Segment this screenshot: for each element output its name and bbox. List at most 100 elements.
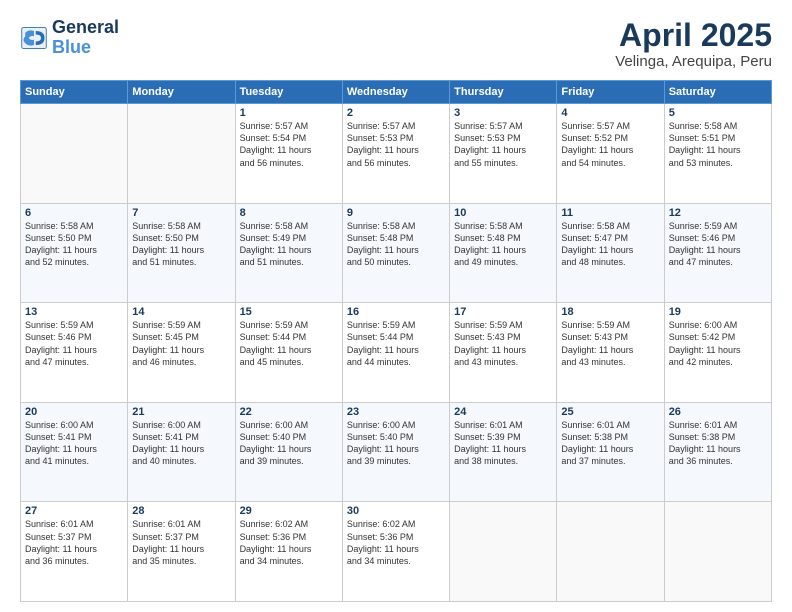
table-row: 29Sunrise: 6:02 AM Sunset: 5:36 PM Dayli… [235,502,342,602]
day-info: Sunrise: 6:01 AM Sunset: 5:37 PM Dayligh… [132,518,230,567]
day-info: Sunrise: 6:00 AM Sunset: 5:42 PM Dayligh… [669,319,767,368]
day-number: 14 [132,306,230,318]
day-info: Sunrise: 5:58 AM Sunset: 5:47 PM Dayligh… [561,220,659,269]
day-info: Sunrise: 5:58 AM Sunset: 5:50 PM Dayligh… [25,220,123,269]
day-number: 25 [561,406,659,418]
header: General Blue April 2025 Velinga, Arequip… [20,18,772,70]
day-number: 30 [347,505,445,517]
table-row: 6Sunrise: 5:58 AM Sunset: 5:50 PM Daylig… [21,203,128,303]
calendar-week-row: 13Sunrise: 5:59 AM Sunset: 5:46 PM Dayli… [21,303,772,403]
day-info: Sunrise: 6:01 AM Sunset: 5:38 PM Dayligh… [561,419,659,468]
header-tuesday: Tuesday [235,81,342,104]
calendar-table: Sunday Monday Tuesday Wednesday Thursday… [20,80,772,602]
day-info: Sunrise: 6:02 AM Sunset: 5:36 PM Dayligh… [347,518,445,567]
page: General Blue April 2025 Velinga, Arequip… [0,0,792,612]
day-number: 18 [561,306,659,318]
day-number: 12 [669,207,767,219]
day-number: 11 [561,207,659,219]
calendar-week-row: 1Sunrise: 5:57 AM Sunset: 5:54 PM Daylig… [21,104,772,204]
table-row: 28Sunrise: 6:01 AM Sunset: 5:37 PM Dayli… [128,502,235,602]
day-info: Sunrise: 5:57 AM Sunset: 5:53 PM Dayligh… [347,120,445,169]
table-row: 1Sunrise: 5:57 AM Sunset: 5:54 PM Daylig… [235,104,342,204]
day-number: 5 [669,107,767,119]
table-row: 16Sunrise: 5:59 AM Sunset: 5:44 PM Dayli… [342,303,449,403]
day-info: Sunrise: 6:01 AM Sunset: 5:38 PM Dayligh… [669,419,767,468]
header-thursday: Thursday [450,81,557,104]
header-wednesday: Wednesday [342,81,449,104]
title-block: April 2025 Velinga, Arequipa, Peru [615,18,772,70]
calendar-header-row: Sunday Monday Tuesday Wednesday Thursday… [21,81,772,104]
day-number: 1 [240,107,338,119]
day-number: 8 [240,207,338,219]
day-info: Sunrise: 5:59 AM Sunset: 5:43 PM Dayligh… [561,319,659,368]
header-friday: Friday [557,81,664,104]
day-info: Sunrise: 5:59 AM Sunset: 5:44 PM Dayligh… [347,319,445,368]
day-info: Sunrise: 5:59 AM Sunset: 5:45 PM Dayligh… [132,319,230,368]
day-info: Sunrise: 5:59 AM Sunset: 5:44 PM Dayligh… [240,319,338,368]
day-info: Sunrise: 6:02 AM Sunset: 5:36 PM Dayligh… [240,518,338,567]
day-number: 16 [347,306,445,318]
day-info: Sunrise: 5:58 AM Sunset: 5:50 PM Dayligh… [132,220,230,269]
table-row [557,502,664,602]
day-number: 26 [669,406,767,418]
table-row: 17Sunrise: 5:59 AM Sunset: 5:43 PM Dayli… [450,303,557,403]
day-number: 15 [240,306,338,318]
day-info: Sunrise: 5:58 AM Sunset: 5:49 PM Dayligh… [240,220,338,269]
table-row: 20Sunrise: 6:00 AM Sunset: 5:41 PM Dayli… [21,402,128,502]
day-number: 19 [669,306,767,318]
day-info: Sunrise: 5:59 AM Sunset: 5:46 PM Dayligh… [669,220,767,269]
day-number: 23 [347,406,445,418]
day-number: 2 [347,107,445,119]
day-info: Sunrise: 5:58 AM Sunset: 5:51 PM Dayligh… [669,120,767,169]
table-row: 13Sunrise: 5:59 AM Sunset: 5:46 PM Dayli… [21,303,128,403]
day-number: 21 [132,406,230,418]
header-monday: Monday [128,81,235,104]
table-row: 7Sunrise: 5:58 AM Sunset: 5:50 PM Daylig… [128,203,235,303]
calendar-week-row: 6Sunrise: 5:58 AM Sunset: 5:50 PM Daylig… [21,203,772,303]
day-info: Sunrise: 5:58 AM Sunset: 5:48 PM Dayligh… [347,220,445,269]
calendar-week-row: 20Sunrise: 6:00 AM Sunset: 5:41 PM Dayli… [21,402,772,502]
table-row: 9Sunrise: 5:58 AM Sunset: 5:48 PM Daylig… [342,203,449,303]
day-info: Sunrise: 5:57 AM Sunset: 5:53 PM Dayligh… [454,120,552,169]
day-number: 20 [25,406,123,418]
table-row: 18Sunrise: 5:59 AM Sunset: 5:43 PM Dayli… [557,303,664,403]
table-row: 2Sunrise: 5:57 AM Sunset: 5:53 PM Daylig… [342,104,449,204]
header-saturday: Saturday [664,81,771,104]
day-number: 3 [454,107,552,119]
table-row: 3Sunrise: 5:57 AM Sunset: 5:53 PM Daylig… [450,104,557,204]
table-row: 4Sunrise: 5:57 AM Sunset: 5:52 PM Daylig… [557,104,664,204]
table-row: 25Sunrise: 6:01 AM Sunset: 5:38 PM Dayli… [557,402,664,502]
day-number: 9 [347,207,445,219]
table-row: 14Sunrise: 5:59 AM Sunset: 5:45 PM Dayli… [128,303,235,403]
day-number: 27 [25,505,123,517]
calendar-title: April 2025 [615,18,772,53]
day-info: Sunrise: 6:00 AM Sunset: 5:41 PM Dayligh… [25,419,123,468]
table-row: 24Sunrise: 6:01 AM Sunset: 5:39 PM Dayli… [450,402,557,502]
day-info: Sunrise: 6:00 AM Sunset: 5:41 PM Dayligh… [132,419,230,468]
day-info: Sunrise: 5:57 AM Sunset: 5:52 PM Dayligh… [561,120,659,169]
day-number: 29 [240,505,338,517]
table-row: 22Sunrise: 6:00 AM Sunset: 5:40 PM Dayli… [235,402,342,502]
table-row: 26Sunrise: 6:01 AM Sunset: 5:38 PM Dayli… [664,402,771,502]
day-number: 17 [454,306,552,318]
table-row: 27Sunrise: 6:01 AM Sunset: 5:37 PM Dayli… [21,502,128,602]
day-info: Sunrise: 6:00 AM Sunset: 5:40 PM Dayligh… [240,419,338,468]
day-number: 13 [25,306,123,318]
table-row [664,502,771,602]
table-row: 23Sunrise: 6:00 AM Sunset: 5:40 PM Dayli… [342,402,449,502]
table-row: 8Sunrise: 5:58 AM Sunset: 5:49 PM Daylig… [235,203,342,303]
table-row [128,104,235,204]
day-number: 24 [454,406,552,418]
day-info: Sunrise: 5:59 AM Sunset: 5:43 PM Dayligh… [454,319,552,368]
table-row: 12Sunrise: 5:59 AM Sunset: 5:46 PM Dayli… [664,203,771,303]
day-info: Sunrise: 5:58 AM Sunset: 5:48 PM Dayligh… [454,220,552,269]
day-number: 6 [25,207,123,219]
day-info: Sunrise: 5:57 AM Sunset: 5:54 PM Dayligh… [240,120,338,169]
table-row [21,104,128,204]
table-row: 11Sunrise: 5:58 AM Sunset: 5:47 PM Dayli… [557,203,664,303]
day-info: Sunrise: 6:01 AM Sunset: 5:39 PM Dayligh… [454,419,552,468]
logo: General Blue [20,18,119,58]
table-row: 21Sunrise: 6:00 AM Sunset: 5:41 PM Dayli… [128,402,235,502]
table-row: 10Sunrise: 5:58 AM Sunset: 5:48 PM Dayli… [450,203,557,303]
day-number: 7 [132,207,230,219]
